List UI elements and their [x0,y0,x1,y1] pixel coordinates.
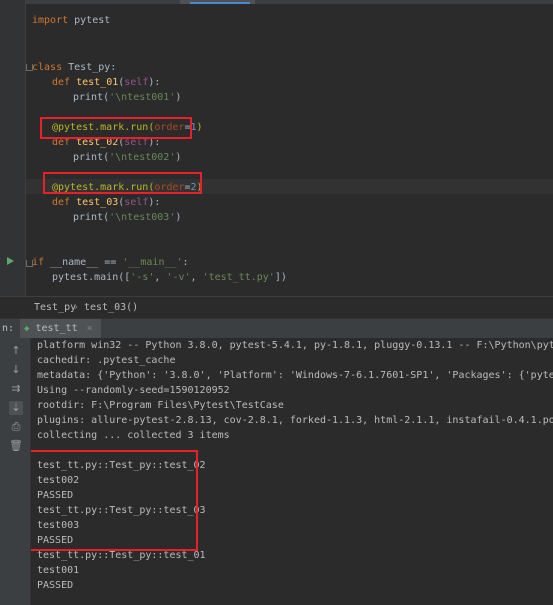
code-line-import[interactable]: import pytest [32,14,110,28]
highlight-box-order2 [43,172,202,194]
console-line: platform win32 -- Python 3.8.0, pytest-5… [37,340,553,351]
run-tab-title: test_tt [35,323,78,334]
code-line-if-main[interactable]: if __name__ == '__main__': [32,256,189,270]
run-panel-label: n: [2,323,15,334]
arrow-up-icon[interactable]: ↑ [9,344,23,358]
run-panel-header: n: ◆ test_tt × [0,318,553,339]
breadcrumb-method[interactable]: test_03() [84,297,138,319]
console-line: test001 [37,565,80,576]
run-tab-test-tt[interactable]: ◆ test_tt × [20,319,101,339]
run-toolbar: ↑ ↓ ⇉ ⇣ ⎙ 🗑 [0,338,31,605]
scroll-to-end-icon[interactable]: ⇣ [9,401,23,415]
code-line-print-test003[interactable]: print('\ntest003') [73,211,181,225]
python-file-icon: ◆ [24,324,30,334]
arrow-down-icon[interactable]: ↓ [9,363,23,377]
breadcrumb-separator: › [73,302,80,313]
highlight-box-order1 [40,117,192,139]
console-output[interactable]: platform win32 -- Python 3.8.0, pytest-5… [31,338,553,605]
code-editor[interactable]: import pytest class Test_py: def test_01… [0,0,553,296]
active-tab-indicator [190,2,250,4]
highlight-box-results [31,450,198,551]
close-icon[interactable]: × [87,323,93,334]
editor-tab-strip[interactable] [0,0,553,4]
console-line: rootdir: F:\Program Files\Pytest\TestCas… [37,400,284,411]
print-icon[interactable]: ⎙ [9,420,23,434]
editor-gutter [0,0,26,296]
soft-wrap-icon[interactable]: ⇉ [9,382,23,396]
code-line-pytest-main[interactable]: pytest.main(['-s', '-v', 'test_tt.py']) [52,271,287,285]
code-line-def-test01[interactable]: def test_01(self): [52,76,160,90]
console-line: metadata: {'Python': '3.8.0', 'Platform'… [37,370,553,381]
console-line: Using --randomly-seed=1590120952 [37,385,230,396]
breadcrumb-class[interactable]: Test_py [34,297,76,319]
breadcrumb: Test_py › test_03() [0,296,553,319]
console-line: plugins: allure-pytest-2.8.13, cov-2.8.1… [37,415,553,426]
code-line-print-test001[interactable]: print('\ntest001') [73,91,181,105]
code-line-def-test03[interactable]: def test_03(self): [52,196,160,210]
console-line: cachedir: .pytest_cache [37,355,176,366]
run-arrow-icon[interactable] [7,257,14,265]
console-line: PASSED [37,580,74,591]
code-line-class[interactable]: class Test_py: [32,61,116,75]
code-line-print-test002[interactable]: print('\ntest002') [73,151,181,165]
trash-icon[interactable]: 🗑 [9,439,23,453]
console-line: collecting ... collected 3 items [37,430,230,441]
